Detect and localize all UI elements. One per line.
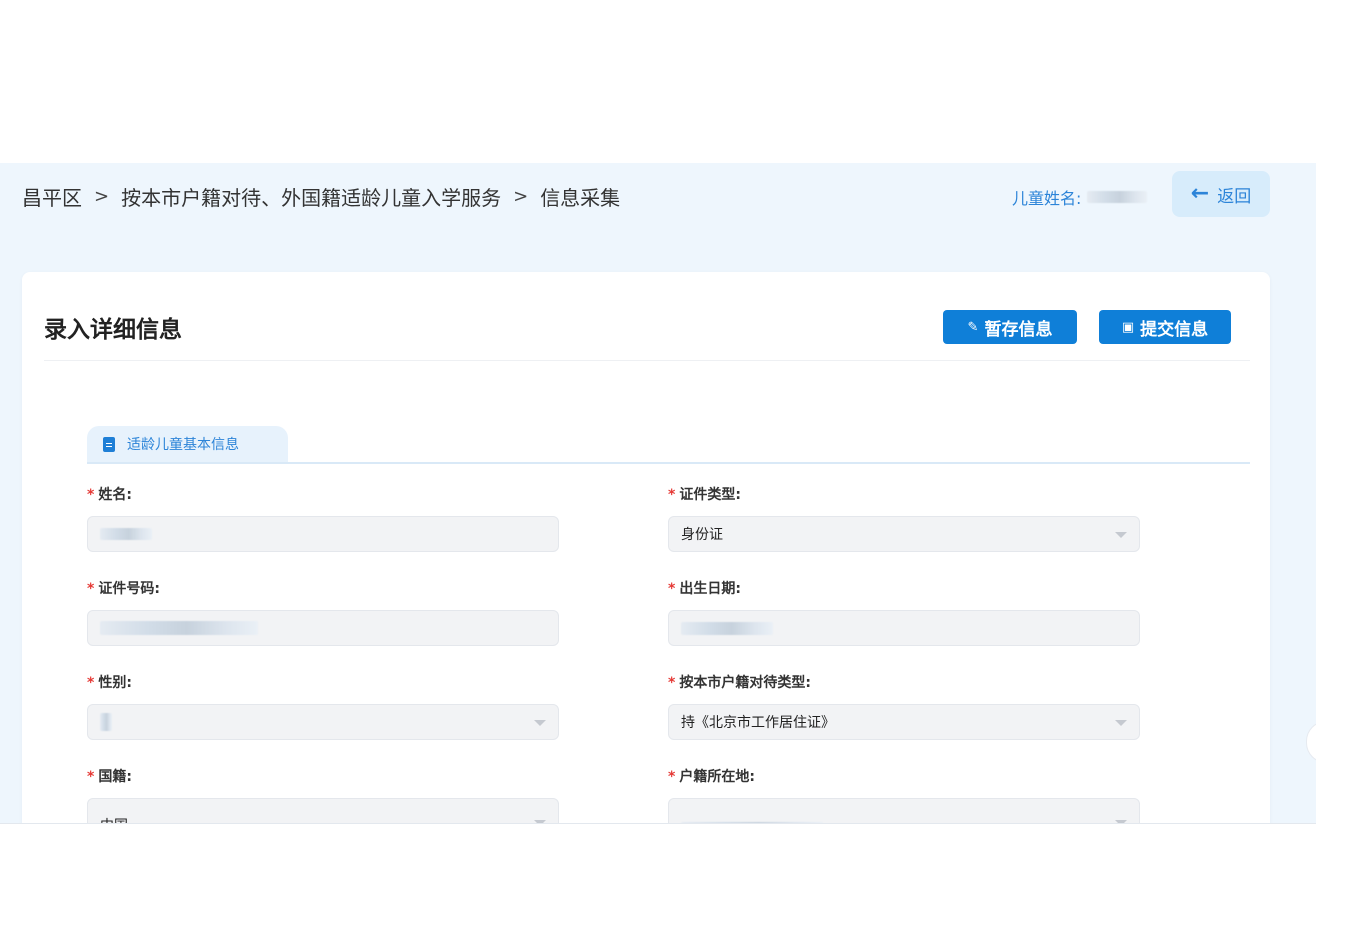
breadcrumb-separator: > [513, 185, 529, 207]
treat-type-value: 持《北京市工作居住证》 [681, 715, 835, 731]
caret-down-icon [534, 820, 546, 823]
child-name-value-redacted [1087, 191, 1148, 203]
birth-date-label: * 出生日期: [668, 578, 741, 598]
tab-strip: 适龄儿童基本信息 [87, 424, 1250, 464]
required-mark: * [668, 581, 676, 597]
id-number-label: * 证件号码: [87, 578, 160, 598]
caret-down-icon [1115, 532, 1127, 538]
id-number-label-text: 证件号码: [98, 581, 160, 597]
document-icon [103, 436, 115, 452]
nationality-label-text: 国籍: [98, 769, 132, 785]
detail-card: 录入详细信息 ✎ 暂存信息 ▣ 提交信息 适龄儿童基本信息 * 姓名: * 证件类型… [22, 272, 1270, 823]
tab-basic-info[interactable]: 适龄儿童基本信息 [87, 426, 288, 462]
breadcrumb-district[interactable]: 昌平区 [22, 182, 82, 211]
household-value-redacted [681, 822, 823, 823]
birth-date-label-text: 出生日期: [679, 581, 741, 597]
id-number-value-redacted [100, 621, 258, 635]
birth-date-field[interactable] [668, 610, 1140, 646]
clipboard-icon: ▣ [1121, 319, 1135, 335]
gender-value-redacted [100, 713, 112, 731]
treat-type-label-text: 按本市户籍对待类型: [679, 675, 811, 691]
back-button[interactable]: ← 返回 [1172, 171, 1270, 217]
save-draft-label: 暂存信息 [984, 319, 1053, 340]
back-button-label: 返回 [1217, 186, 1252, 207]
breadcrumb-separator: > [94, 185, 110, 207]
id-number-field[interactable] [87, 610, 559, 646]
nationality-select[interactable]: 中国 [87, 798, 559, 823]
required-mark: * [87, 487, 95, 503]
name-label: * 姓名: [87, 484, 132, 504]
household-label: * 户籍所在地: [668, 766, 755, 786]
submit-label: 提交信息 [1140, 319, 1209, 340]
id-type-value: 身份证 [681, 527, 723, 543]
name-label-text: 姓名: [98, 487, 132, 503]
side-handle[interactable] [1306, 721, 1316, 763]
caret-down-icon [1115, 720, 1127, 726]
submit-button[interactable]: ▣ 提交信息 [1099, 310, 1231, 344]
arrow-left-icon: ← [1190, 181, 1210, 206]
gender-select[interactable] [87, 704, 559, 740]
gender-label: * 性别: [87, 672, 132, 692]
required-mark: * [87, 581, 95, 597]
treat-type-label: * 按本市户籍对待类型: [668, 672, 811, 692]
child-name-display: 儿童姓名: [1012, 185, 1148, 209]
caret-down-icon [1115, 820, 1127, 823]
card-divider [44, 360, 1250, 361]
required-mark: * [87, 675, 95, 691]
id-type-label-text: 证件类型: [679, 487, 741, 503]
gender-label-text: 性别: [98, 675, 132, 691]
child-name-label: 儿童姓名: [1012, 189, 1082, 208]
required-mark: * [668, 675, 676, 691]
pencil-icon: ✎ [967, 319, 979, 335]
card-title: 录入详细信息 [44, 317, 182, 343]
name-value-redacted [100, 528, 152, 540]
breadcrumb-service[interactable]: 按本市户籍对待、外国籍适龄儿童入学服务 [121, 182, 501, 211]
household-label-text: 户籍所在地: [679, 769, 755, 785]
save-draft-button[interactable]: ✎ 暂存信息 [943, 310, 1077, 344]
treat-type-select[interactable]: 持《北京市工作居住证》 [668, 704, 1140, 740]
name-field[interactable] [87, 516, 559, 552]
caret-down-icon [534, 720, 546, 726]
nationality-label: * 国籍: [87, 766, 132, 786]
birth-date-value-redacted [681, 621, 773, 635]
page-viewport: 昌平区 > 按本市户籍对待、外国籍适龄儿童入学服务 > 信息采集 儿童姓名: ←… [0, 163, 1316, 824]
breadcrumb-current: 信息采集 [540, 185, 621, 210]
required-mark: * [87, 769, 95, 785]
household-select[interactable] [668, 798, 1140, 823]
id-type-label: * 证件类型: [668, 484, 741, 504]
breadcrumb: 昌平区 > 按本市户籍对待、外国籍适龄儿童入学服务 > 信息采集 [22, 182, 621, 211]
tab-basic-info-label: 适龄儿童基本信息 [127, 437, 239, 453]
id-type-select[interactable]: 身份证 [668, 516, 1140, 552]
nationality-value: 中国 [100, 815, 128, 823]
required-mark: * [668, 487, 676, 503]
required-mark: * [668, 769, 676, 785]
